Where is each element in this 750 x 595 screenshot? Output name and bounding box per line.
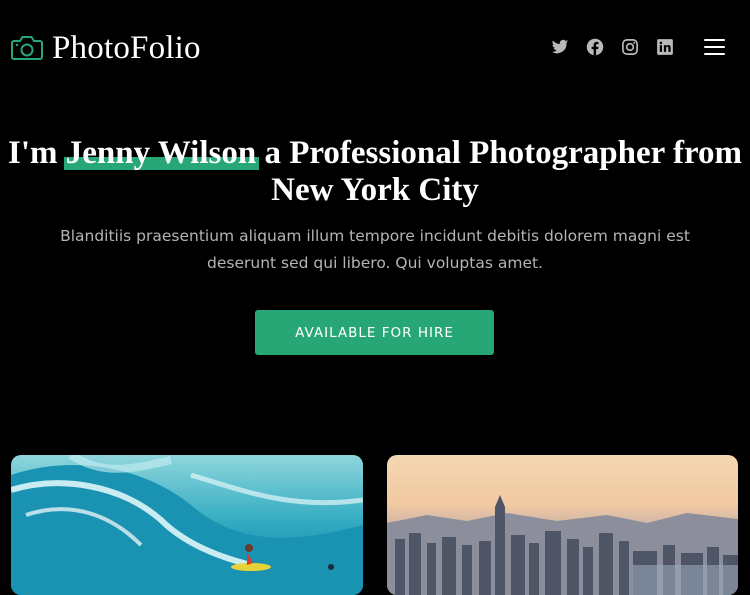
site-header: PhotoFolio [0,0,750,96]
surfer-wave-photo [11,455,363,595]
linkedin-link[interactable] [656,38,674,56]
hamburger-menu-icon[interactable] [704,38,725,56]
highlighted-name: Jenny Wilson [63,135,260,171]
hero-description: Blanditiis praesentium aliquam illum tem… [60,227,690,272]
title-suffix: a Professional Photographer from New Yor… [256,135,742,208]
facebook-icon [586,38,604,56]
gallery-card-surf[interactable] [11,455,363,595]
city-skyline-photo [387,455,738,595]
available-for-hire-button[interactable]: AVAILABLE FOR HIRE [255,310,494,355]
title-prefix: I'm [7,135,66,171]
social-links [551,38,674,56]
linkedin-icon [657,39,673,55]
gallery-card-city[interactable] [387,455,738,595]
facebook-link[interactable] [586,38,604,56]
logo[interactable]: PhotoFolio [11,30,201,66]
instagram-link[interactable] [621,38,639,56]
hero-section: I'm Jenny Wilson a Professional Photogra… [0,135,750,277]
logo-text: PhotoFolio [52,29,201,66]
twitter-link[interactable] [551,38,569,56]
camera-icon [11,36,43,60]
hero-title: I'm Jenny Wilson a Professional Photogra… [0,135,750,209]
instagram-icon [622,39,638,55]
twitter-icon [551,39,569,54]
